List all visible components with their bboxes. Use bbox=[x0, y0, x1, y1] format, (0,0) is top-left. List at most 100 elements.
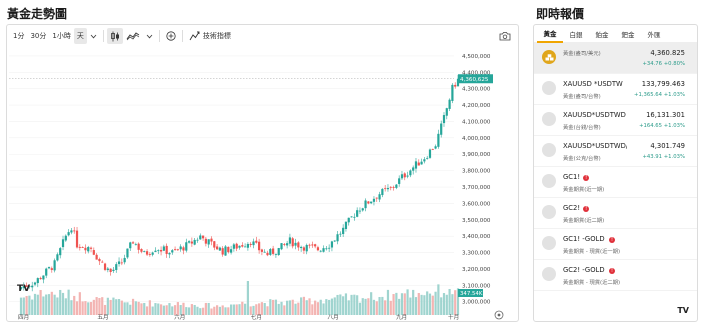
interval-dropdown-button[interactable] bbox=[87, 28, 100, 44]
watchlist-tab[interactable]: 鈀金 bbox=[615, 25, 641, 43]
tradingview-logo[interactable]: TV bbox=[677, 306, 689, 315]
tradingview-logo[interactable]: TV bbox=[17, 284, 30, 294]
placeholder-circle-icon bbox=[542, 143, 556, 157]
candle-body bbox=[229, 249, 233, 253]
indicators-icon bbox=[189, 31, 200, 41]
volume-bar bbox=[162, 305, 165, 315]
candle-body bbox=[314, 244, 317, 247]
volume-bar bbox=[95, 297, 98, 315]
volume-bar bbox=[423, 295, 426, 315]
indicators-button[interactable]: 技術指標 bbox=[186, 28, 234, 44]
candle-body bbox=[398, 178, 401, 184]
watchlist-row[interactable]: GC2!! 黃金期貨(近二期) bbox=[534, 198, 697, 229]
watchlist-row[interactable]: GC1!! 黃金期貨(近一期) bbox=[534, 167, 697, 198]
watchlist-rows: 黃金(盎司/美元) 4,360.825 +34.76 +0.80% XAUUSD *U… bbox=[534, 43, 697, 291]
screenshot-button[interactable] bbox=[496, 28, 514, 44]
volume-bar bbox=[274, 299, 278, 315]
candle-body bbox=[42, 275, 45, 280]
watchlist-tab[interactable]: 白銀 bbox=[563, 25, 589, 43]
interval-30m-button[interactable]: 30分 bbox=[27, 28, 49, 44]
candle-body bbox=[277, 248, 280, 256]
candle-body bbox=[440, 123, 443, 135]
volume-bar bbox=[400, 293, 404, 315]
watchlist-symbol: GC1! -GOLD bbox=[563, 235, 605, 243]
candle-body bbox=[336, 234, 339, 242]
watchlist-row[interactable]: 黃金(盎司/美元) 4,360.825 +34.76 +0.80% bbox=[534, 43, 697, 74]
candlestick-style-button[interactable] bbox=[106, 28, 123, 44]
candle-body bbox=[367, 201, 370, 204]
interval-1m-button[interactable]: 1分 bbox=[10, 28, 27, 44]
volume-bar bbox=[22, 297, 25, 315]
candle-body bbox=[263, 251, 266, 253]
watchlist-row[interactable]: GC1! -GOLD! 黃金期貨 - 現貨(近一期) bbox=[534, 229, 697, 260]
volume-bar bbox=[185, 307, 188, 315]
volume-bar bbox=[232, 304, 235, 315]
candle-body bbox=[67, 232, 70, 236]
candle-body bbox=[392, 187, 395, 188]
volume-bar bbox=[109, 299, 112, 315]
candle-body bbox=[280, 243, 283, 250]
candle-body bbox=[81, 247, 84, 248]
candle-body bbox=[36, 278, 39, 284]
volume-bar bbox=[129, 304, 132, 315]
volume-bar bbox=[50, 291, 53, 315]
candle-body bbox=[423, 159, 426, 162]
volume-bar bbox=[406, 289, 409, 315]
watchlist-row[interactable]: XAUUSD*USDTWD/黃金(公克/台幣) 4,301.749 +43.91 +… bbox=[534, 136, 697, 167]
time-axis-label: 四月 bbox=[18, 314, 29, 321]
candle-body bbox=[137, 243, 140, 250]
toolbar-divider bbox=[158, 30, 160, 42]
candle-body bbox=[384, 188, 387, 190]
area-style-button[interactable] bbox=[123, 28, 143, 44]
volume-bar bbox=[440, 297, 443, 315]
area-style-dropdown[interactable] bbox=[143, 28, 156, 44]
watchlist-price: 133,799.463 bbox=[641, 80, 685, 88]
watchlist-price: 16,131.301 bbox=[646, 111, 685, 119]
candle-body bbox=[78, 246, 81, 248]
candle-body bbox=[31, 285, 34, 288]
watchlist-row[interactable]: XAUUSD*USDTWD 黃金(台錢/台幣) 16,131.301 +164.65 … bbox=[534, 105, 697, 136]
price-chart[interactable]: 4,500,0004,400,0004,300,0004,200,0004,10… bbox=[7, 47, 518, 322]
candle-body bbox=[448, 99, 451, 109]
volume-bar bbox=[277, 303, 280, 315]
price-axis-label: 3,400,000 bbox=[462, 234, 491, 240]
interval-1h-button[interactable]: 1小時 bbox=[49, 28, 73, 44]
watchlist-tab[interactable]: 黃金 bbox=[537, 25, 563, 43]
watchlist-description: 黃金(盎司/美元) bbox=[563, 51, 601, 57]
volume-bar bbox=[103, 304, 107, 315]
watchlist-tab[interactable]: 鉑金 bbox=[589, 25, 615, 43]
volume-bar bbox=[92, 299, 95, 315]
candle-body bbox=[221, 248, 224, 255]
volume-bar bbox=[342, 296, 345, 315]
volume-bar bbox=[148, 300, 151, 315]
volume-bar bbox=[131, 298, 135, 315]
watchlist-tab[interactable]: 外匯 bbox=[641, 25, 667, 43]
candle-body bbox=[434, 146, 437, 149]
watchlist-row[interactable]: GC2! -GOLD! 黃金期貨 - 現貨(近二期) bbox=[534, 260, 697, 291]
price-axis-label: 4,100,000 bbox=[462, 119, 491, 125]
volume-bar bbox=[36, 294, 39, 315]
candle-body bbox=[375, 197, 378, 199]
candle-body bbox=[61, 239, 65, 248]
candle-body bbox=[193, 239, 196, 245]
watchlist-row[interactable]: XAUUSD *USDTW 黃金(盎司/台幣) 133,799.463 +1,365.… bbox=[534, 74, 697, 105]
volume-bar bbox=[249, 306, 252, 315]
toolbar-divider bbox=[181, 30, 183, 42]
candle-body bbox=[311, 244, 314, 246]
add-comparison-button[interactable] bbox=[163, 28, 179, 44]
candle-body bbox=[344, 221, 348, 230]
volume-bar bbox=[98, 298, 101, 315]
volume-bar bbox=[252, 305, 255, 315]
volume-bar bbox=[428, 293, 432, 315]
candle-body bbox=[53, 260, 56, 271]
candle-body bbox=[145, 251, 149, 255]
volume-bar bbox=[179, 305, 182, 315]
interval-day-button[interactable]: 天 bbox=[73, 28, 87, 44]
watchlist-tabs: 黃金 白銀 鉑金 鈀金 外匯 bbox=[534, 25, 697, 43]
volume-bar bbox=[336, 294, 339, 315]
chevron-down-icon bbox=[146, 34, 153, 38]
settings-button[interactable] bbox=[494, 310, 504, 320]
candle-body bbox=[213, 241, 216, 248]
candle-body bbox=[361, 208, 364, 211]
candle-body bbox=[134, 244, 137, 246]
